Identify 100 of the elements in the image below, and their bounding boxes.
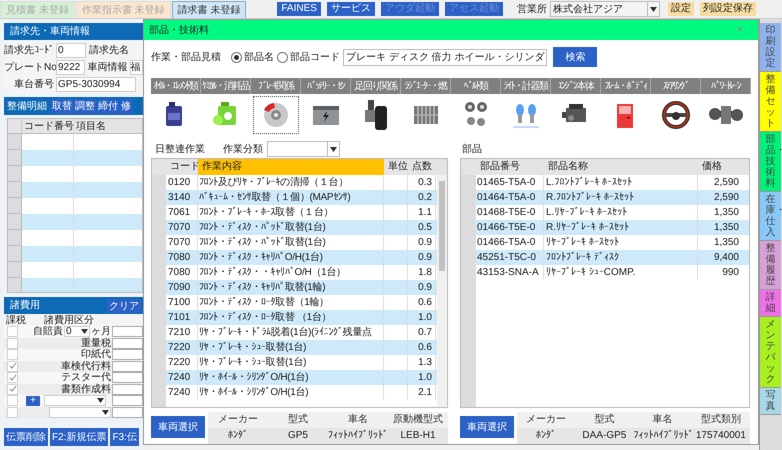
action-button[interactable]: 締付 xyxy=(97,98,119,114)
vehicle-select-button[interactable]: 車両選択 xyxy=(151,416,205,438)
category-tab[interactable]: ﾍﾞﾙﾄ類 xyxy=(451,78,501,94)
footer-button[interactable]: F3:伝 xyxy=(110,428,139,446)
vehicle-label: メーカー xyxy=(217,413,259,427)
side-tab[interactable]: 在庫・仕入 xyxy=(760,192,781,241)
column-header: 価格 xyxy=(701,160,723,174)
text-field[interactable]: 0 xyxy=(56,42,86,58)
side-tab[interactable]: 整備セット xyxy=(760,72,781,132)
side-tab[interactable]: 詳細 xyxy=(760,290,781,317)
amount-field[interactable] xyxy=(112,372,143,384)
amount-field[interactable] xyxy=(112,326,143,338)
table-cell: ﾘﾔｰﾌﾞﾚｰｷ ｼｭｰCOMP. xyxy=(544,265,698,280)
footer-button[interactable]: 伝票削除 xyxy=(4,428,48,446)
checkbox[interactable] xyxy=(7,338,18,349)
side-tab[interactable]: 写真 xyxy=(760,388,781,415)
text-field[interactable]: GP5-3030994 xyxy=(56,76,136,92)
category-tab[interactable]: ﾊﾟﾜｰﾄﾚｰﾝ xyxy=(701,78,751,94)
vehicle-label: 車名 xyxy=(347,412,369,427)
category-tab[interactable]: ﾊﾞｯﾃﾘｰ・ｾﾝ xyxy=(301,78,351,94)
table-cell-text: 990 xyxy=(721,266,740,280)
table-cell: 43153-SNA-A xyxy=(476,265,544,280)
field-label: プレートNo xyxy=(4,60,56,74)
vehicle-select-button[interactable]: 車両選択 xyxy=(460,416,514,438)
months-select[interactable]: 0 xyxy=(64,326,90,338)
category-tab[interactable]: ｽﾃｱﾘﾝｸﾞ xyxy=(651,78,701,94)
checkbox[interactable] xyxy=(7,360,18,372)
search-mode-radio[interactable]: 部品コード xyxy=(277,50,340,64)
category-tab[interactable]: ｴﾝｼﾞﾝ本体 xyxy=(551,78,601,94)
table-cell: ﾘﾔ・ﾎｲｰﾙ・ｼﾘﾝﾀﾞO/H(1台) xyxy=(198,385,384,400)
amount-field[interactable] xyxy=(112,338,143,349)
text-field[interactable]: 福 xyxy=(130,60,143,74)
panel-header: 請求先・車両情報 xyxy=(4,23,143,40)
category-tab[interactable]: ﾌﾞﾚｰｷ関係 xyxy=(251,78,301,94)
category-tab[interactable]: ﾗｲﾄ・計器類 xyxy=(501,78,551,94)
column-header: コード番号 xyxy=(23,120,74,133)
search-field[interactable]: ブレーキ ディスク 倍力 ホイール・シリンダ xyxy=(343,48,548,66)
checkbox[interactable] xyxy=(7,395,18,406)
vehicle-value: GP5 xyxy=(268,428,328,444)
settings-button[interactable]: 設定 xyxy=(668,2,694,16)
checkbox[interactable] xyxy=(7,384,18,395)
column-header: 部品名称 xyxy=(547,160,589,174)
fee-label: 書類作成料 xyxy=(60,382,111,397)
settings-button[interactable]: 列設定保存 xyxy=(700,2,756,16)
amount-field[interactable] xyxy=(112,406,143,418)
toolbar-button[interactable]: FAINES xyxy=(277,2,321,16)
document-tab[interactable]: 請求書 未登録 xyxy=(172,1,246,18)
action-button[interactable]: 修 xyxy=(120,98,132,114)
fee-select[interactable] xyxy=(44,395,106,406)
search-label: 作業・部品見積 xyxy=(151,50,222,64)
category-tile[interactable] xyxy=(253,96,299,134)
office-select[interactable]: 株式会社アジア xyxy=(550,1,660,17)
checkbox[interactable] xyxy=(7,372,18,384)
checkbox[interactable] xyxy=(7,406,18,418)
table-cell-text: 9,400 xyxy=(712,251,740,265)
side-tab[interactable]: メンテパック xyxy=(760,317,781,388)
table-cell-text: 1,350 xyxy=(712,236,740,250)
text-field[interactable]: 9222 xyxy=(56,60,85,74)
category-tab[interactable]: 足回り関係 xyxy=(351,78,401,94)
vehicle-label: 型式類別 xyxy=(700,412,742,427)
side-tab[interactable]: 部品・技術料 xyxy=(760,132,781,192)
amount-field[interactable] xyxy=(112,349,143,360)
unit-label: ヶ月 xyxy=(91,325,111,338)
vehicle-label: メーカー xyxy=(525,413,568,427)
category-tab[interactable]: ｵｲﾙ・ｴﾚﾒﾝﾄ類 xyxy=(151,78,201,94)
scrollbar[interactable] xyxy=(437,175,447,407)
field-label: 請求先名 xyxy=(89,44,129,58)
vehicle-value: ﾌｨｯﾄﾊｲﾌﾞﾘｯﾄﾞ xyxy=(634,428,692,444)
action-button[interactable]: 取替 xyxy=(51,98,73,114)
footer-button[interactable]: F2:新規伝票 xyxy=(50,428,108,446)
table-cell: 7240 xyxy=(166,385,198,400)
caret-icon xyxy=(650,6,657,12)
table-cell-text: 1,350 xyxy=(712,221,740,235)
fee-select[interactable] xyxy=(49,406,111,418)
category-tab[interactable]: ﾗｼﾞｴｰﾀｰ・燃 xyxy=(401,78,451,94)
side-tab[interactable]: 整備履歴 xyxy=(760,241,781,290)
section-label: 日整連作業 xyxy=(154,142,206,156)
search-button[interactable]: 検索 xyxy=(553,47,598,67)
toolbar-button[interactable]: サービス xyxy=(326,2,375,16)
steering-wheel-icon xyxy=(659,98,693,132)
column-header: 諸費用区分 xyxy=(44,314,94,326)
vehicle-value: ﾎﾝﾀﾞ xyxy=(208,428,268,444)
add-button[interactable]: + xyxy=(26,396,40,406)
vehicle-value: LEB-H1 xyxy=(388,428,448,444)
column-header: 項目名 xyxy=(75,120,106,133)
field-label: 車両情報 xyxy=(88,60,128,74)
search-mode-radio[interactable]: 部品名 xyxy=(231,50,274,64)
category-select[interactable] xyxy=(267,141,340,157)
checkbox[interactable] xyxy=(7,326,18,338)
checkbox[interactable] xyxy=(7,349,18,360)
amount-field[interactable] xyxy=(112,395,143,406)
side-tab[interactable]: 印刷設定 xyxy=(760,23,781,72)
column-header: 作業内容 xyxy=(198,159,384,175)
category-tab[interactable]: ﾌﾚｰﾑ・ﾎﾞﾃﾞｨ xyxy=(601,78,651,94)
clear-button[interactable]: クリア xyxy=(107,298,141,312)
action-button[interactable]: 調整 xyxy=(74,98,96,114)
category-tab[interactable]: ｹﾐｶﾙ・消耗品 xyxy=(201,78,251,94)
caret-icon xyxy=(81,329,88,334)
amount-field[interactable] xyxy=(112,360,143,372)
amount-field[interactable] xyxy=(112,384,143,395)
